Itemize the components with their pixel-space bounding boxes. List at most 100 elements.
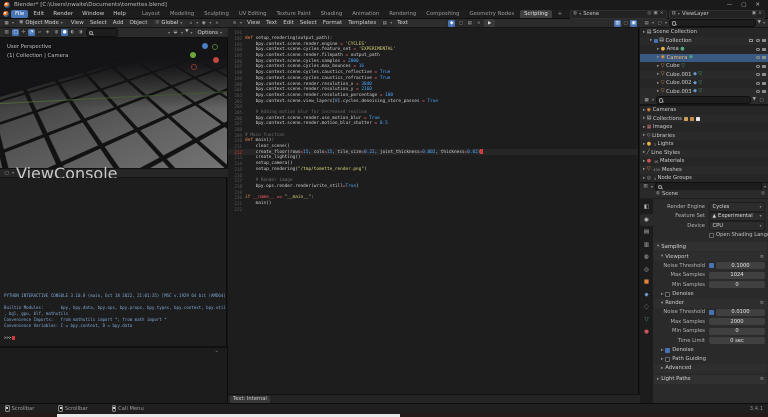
panel-sampling[interactable]: ▾Sampling	[654, 242, 767, 251]
scene-selector[interactable]: ◍▾ Scene ◎ ▣ ×	[570, 10, 666, 19]
panel-light-paths[interactable]: ▸Light Paths≡	[654, 375, 767, 384]
gizmo-x-axis[interactable]	[213, 57, 219, 63]
disable-render-icon[interactable]	[762, 90, 766, 93]
data-outliner-search-input[interactable]	[656, 96, 751, 105]
editor-type-dropdown[interactable]: ▦	[3, 20, 10, 27]
tab-geometry-nodes[interactable]: Geometry Nodes	[465, 10, 518, 18]
code-editor[interactable]: 191192def setup_rendering(output_path):1…	[228, 28, 639, 394]
preset-menu-icon[interactable]: ≡	[760, 376, 764, 382]
proportional-editing-icon[interactable]: ◉	[200, 20, 207, 27]
disable-render-icon[interactable]	[762, 65, 766, 68]
tab-layout[interactable]: Layout	[138, 10, 164, 18]
gizmo-scale-icon[interactable]: ▱	[36, 29, 43, 36]
expand-icon[interactable]: ▸	[657, 55, 659, 60]
properties-tab-physics[interactable]: ◌	[640, 301, 653, 314]
code-line[interactable]: 222	[228, 206, 638, 212]
gizmo-y-axis[interactable]	[190, 52, 196, 58]
expand-icon[interactable]: ▸	[657, 89, 659, 94]
properties-tab-render[interactable]: ◉	[640, 214, 653, 227]
data-row-images[interactable]: ▸▦Images	[640, 123, 768, 132]
disable-render-icon[interactable]	[762, 56, 766, 59]
filter-options-icon[interactable]: ▢	[758, 97, 765, 104]
editor-type-dropdown[interactable]: ▢	[3, 170, 10, 177]
data-row-cameras[interactable]: ▸◉Cameras	[640, 106, 768, 115]
menu-window[interactable]: Window	[78, 10, 108, 18]
outliner-row-cube-001[interactable]: ▸▽Cube.001◆▽	[640, 71, 768, 80]
tab-uv-editing[interactable]: UV Editing	[235, 10, 271, 18]
expand-icon[interactable]: ▸	[661, 348, 663, 353]
display-mode-dropdown[interactable]: ▦	[643, 97, 650, 104]
fake-user-icon[interactable]: ◆	[448, 20, 455, 27]
display-mode-dropdown[interactable]: ▤	[643, 20, 650, 27]
subpanel-denoise[interactable]: ▸Denoise	[654, 290, 767, 299]
text-datablock-dropdown[interactable]: ▤	[381, 20, 388, 27]
gizmo-y-neg-axis[interactable]	[212, 44, 218, 50]
hide-eye-icon[interactable]	[756, 73, 760, 76]
properties-tab-modifiers[interactable]: ◆	[640, 289, 653, 302]
data-row-line-styles[interactable]: ▸╱Line Styles	[640, 149, 768, 158]
unlink-text-icon[interactable]: ×	[475, 20, 482, 27]
viewport-menu-object[interactable]: Object	[126, 20, 150, 26]
expand-icon[interactable]: ▸	[661, 366, 663, 371]
text-menu-edit[interactable]: Edit	[280, 20, 297, 26]
hide-eye-icon[interactable]	[756, 82, 760, 85]
subpanel-advanced[interactable]: ▸Advanced	[654, 364, 767, 373]
mode-dropdown[interactable]: ▣ Object Mode▾	[16, 20, 66, 27]
subpanel-render[interactable]: ▾Render≡	[654, 299, 767, 308]
transform-orientation-dropdown[interactable]: ◎ Global▾	[152, 20, 185, 27]
data-row-meshes[interactable]: ▸▽450Meshes	[640, 166, 768, 175]
collapsed-header-chevron-icon[interactable]: ⌄	[214, 348, 219, 354]
feature-set-dropdown[interactable]: ▲Experimental▾	[709, 212, 765, 222]
hide-eye-icon[interactable]	[756, 90, 760, 93]
pin-icon[interactable]: ◎	[761, 192, 765, 197]
expand-icon[interactable]: ▸	[657, 377, 659, 382]
hide-eye-icon[interactable]	[756, 65, 760, 68]
preset-menu-icon[interactable]: ≡	[760, 254, 764, 260]
editor-type-dropdown[interactable]: ≡	[231, 20, 238, 27]
editor-type-dropdown[interactable]: ▥	[642, 183, 649, 190]
maximize-button[interactable]: ▢	[741, 2, 746, 8]
expand-icon[interactable]: ▸	[643, 159, 645, 164]
options-dropdown[interactable]: Options▾	[195, 29, 225, 36]
word-wrap-toggle[interactable]: ▢	[622, 20, 629, 27]
minimize-button[interactable]: —	[727, 2, 733, 8]
unlink-scene-icon[interactable]: ×	[660, 12, 664, 17]
rendered-shading-icon[interactable]: ◑	[77, 29, 84, 36]
python-console[interactable]: PYTHON INTERACTIVE CONSOLE 3.10.8 (main,…	[0, 178, 227, 346]
gizmo-x-neg-axis[interactable]	[191, 64, 197, 70]
tab-animation[interactable]: Animation	[348, 10, 383, 18]
menu-edit[interactable]: Edit	[29, 10, 48, 18]
min-samples-value[interactable]: 0	[709, 281, 765, 288]
text-menu-format[interactable]: Format	[320, 20, 345, 26]
data-row-collections[interactable]: ▸▤Collections	[640, 115, 768, 124]
outliner-row-scene-collection[interactable]: ▸▤Scene Collection	[640, 28, 768, 37]
disable-render-icon[interactable]	[762, 73, 766, 76]
subpanel-viewport[interactable]: ▾Viewport≡	[654, 252, 767, 261]
expand-icon[interactable]: ▸	[650, 38, 652, 43]
info-editor[interactable]: ⌄	[0, 346, 228, 405]
add-workspace-button[interactable]: +	[554, 10, 566, 18]
close-button[interactable]: ✕	[755, 2, 760, 8]
xray-icon[interactable]: ▼	[185, 30, 188, 35]
viewport-canvas[interactable]: User Perspective (1) Collection | Camera	[0, 38, 228, 168]
new-scene-icon[interactable]: ▣	[653, 12, 657, 17]
preset-menu-icon[interactable]: ≡	[760, 300, 764, 306]
material-shading-icon[interactable]: ◐	[69, 29, 76, 36]
noise-threshold-checkbox[interactable]	[709, 263, 714, 268]
data-row-lights[interactable]: ▸●3Lights	[640, 140, 768, 149]
collection-checkbox[interactable]	[654, 39, 658, 43]
view-object-types-dropdown[interactable]: ▾	[168, 31, 170, 35]
overlays-icon[interactable]: ◒	[172, 29, 179, 36]
proportional-falloff-icon[interactable]: ∧	[213, 20, 220, 27]
expand-icon[interactable]: ▸	[657, 47, 659, 52]
max-samples-value[interactable]: 2000	[709, 318, 765, 325]
wireframe-shading-icon[interactable]: ◍	[53, 29, 60, 36]
viewport-menu-view[interactable]: View	[68, 20, 87, 26]
gizmo-rotate-icon[interactable]: ◔	[28, 29, 35, 36]
hide-eye-icon[interactable]	[756, 48, 760, 51]
outliner-row-collection[interactable]: ▸▤Collection	[640, 37, 768, 46]
expand-icon[interactable]: ▸	[661, 357, 663, 362]
subpanel-denoise[interactable]: ▸Denoise	[654, 346, 767, 355]
properties-tab-material[interactable]: ●	[640, 326, 653, 339]
tab-modeling[interactable]: Modeling	[166, 10, 198, 18]
